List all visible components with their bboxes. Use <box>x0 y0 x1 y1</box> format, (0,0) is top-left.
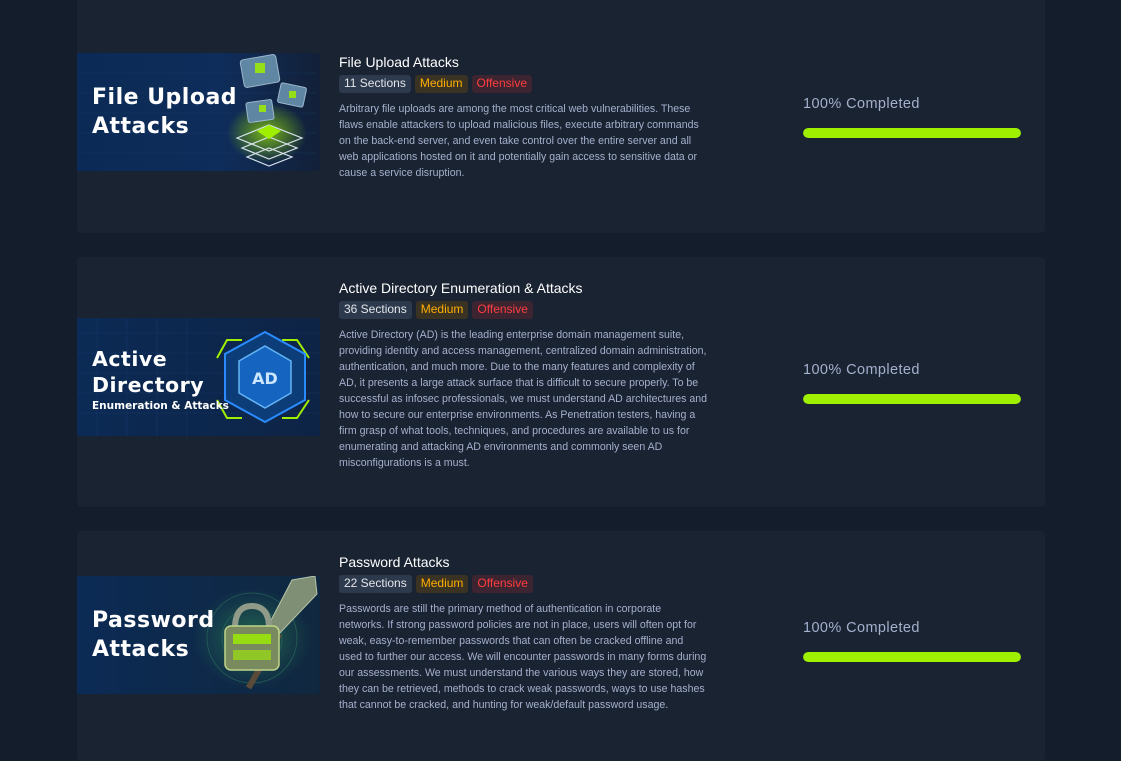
module-title[interactable]: Active Directory Enumeration & Attacks <box>339 279 709 297</box>
module-progress: 100% Completed <box>803 96 1021 138</box>
thumbnail-title: Password Attacks <box>92 608 215 662</box>
sections-badge: 36 Sections <box>339 301 412 319</box>
progress-label: 100% Completed <box>803 96 920 112</box>
thumbnail-title: File Upload Attacks <box>92 85 238 139</box>
thumbnail-subtitle: Enumeration & Attacks <box>92 400 229 412</box>
module-badges: 11 Sections Medium Offensive <box>339 75 709 93</box>
module-badges: 22 Sections Medium Offensive <box>339 575 709 593</box>
module-thumbnail[interactable]: AD Active Directory Enumeration & Attack… <box>77 318 320 436</box>
module-thumbnail[interactable]: Password Attacks <box>77 576 320 694</box>
module-card-active-directory[interactable]: AD Active Directory Enumeration & Attack… <box>77 257 1045 507</box>
category-badge: Offensive <box>472 301 533 319</box>
category-badge: Offensive <box>472 575 533 593</box>
module-thumbnail[interactable]: File Upload Attacks <box>77 53 320 171</box>
progress-bar <box>803 128 1021 138</box>
progress-bar <box>803 652 1021 662</box>
module-badges: 36 Sections Medium Offensive <box>339 301 709 319</box>
progress-fill <box>803 128 1021 138</box>
module-info: Active Directory Enumeration & Attacks 3… <box>339 279 709 471</box>
difficulty-badge: Medium <box>415 301 469 319</box>
difficulty-badge: Medium <box>414 75 468 93</box>
progress-label: 100% Completed <box>803 362 920 378</box>
module-description: Arbitrary file uploads are among the mos… <box>339 103 699 179</box>
difficulty-badge: Medium <box>415 575 469 593</box>
module-title[interactable]: File Upload Attacks <box>339 53 709 71</box>
module-progress: 100% Completed <box>803 362 1021 404</box>
module-description: Active Directory (AD) is the leading ent… <box>339 329 708 469</box>
progress-fill <box>803 652 1021 662</box>
module-description: Passwords are still the primary method o… <box>339 603 707 711</box>
progress-bar <box>803 394 1021 404</box>
thumbnail-title: Active Directory <box>92 347 205 397</box>
module-progress: 100% Completed <box>803 620 1021 662</box>
sections-badge: 11 Sections <box>339 75 411 93</box>
svg-text:AD: AD <box>252 369 278 388</box>
module-card-password-attacks[interactable]: Password Attacks Password Attacks 22 Sec… <box>77 531 1045 761</box>
category-badge: Offensive <box>471 75 532 93</box>
progress-fill <box>803 394 1021 404</box>
module-title[interactable]: Password Attacks <box>339 553 709 571</box>
module-info: Password Attacks 22 Sections Medium Offe… <box>339 553 709 713</box>
progress-label: 100% Completed <box>803 620 920 636</box>
module-info: File Upload Attacks 11 Sections Medium O… <box>339 53 709 181</box>
sections-badge: 22 Sections <box>339 575 412 593</box>
module-card-file-upload[interactable]: File Upload Attacks File Upload Attacks … <box>77 0 1045 233</box>
